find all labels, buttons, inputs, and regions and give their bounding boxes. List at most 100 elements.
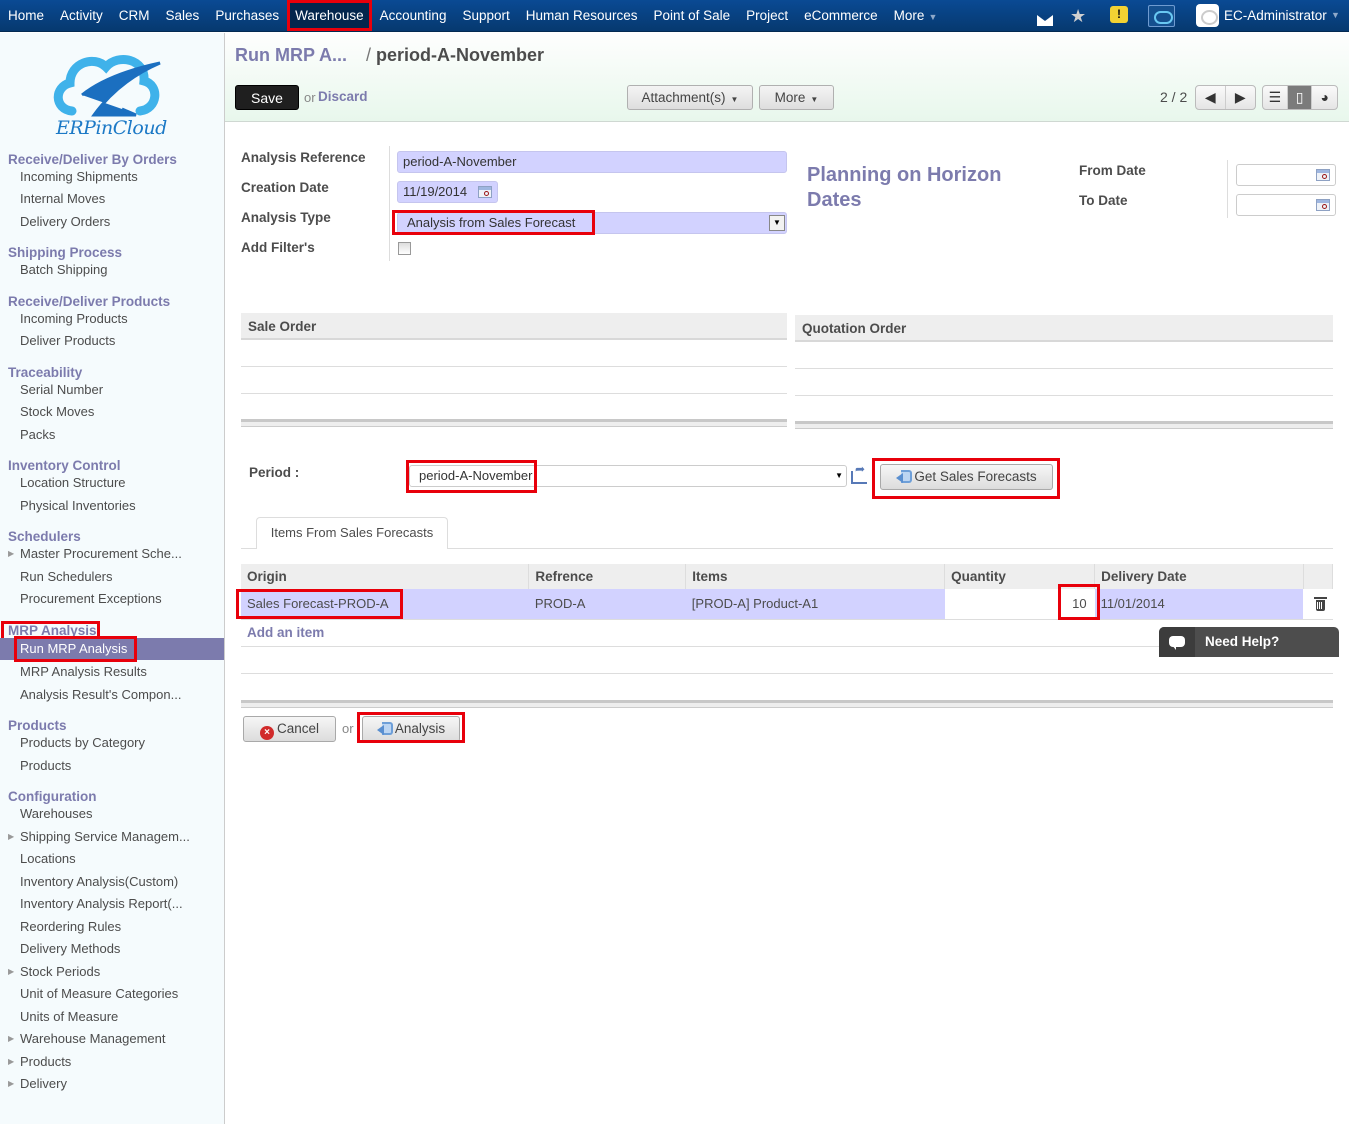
cell-quantity[interactable]: 10 bbox=[944, 589, 1095, 620]
user-avatar[interactable] bbox=[1196, 4, 1219, 27]
topnav-home[interactable]: Home bbox=[0, 0, 52, 31]
sidebar-item-mrp-analysis-results[interactable]: MRP Analysis Results bbox=[0, 661, 224, 683]
save-button[interactable]: Save bbox=[235, 85, 299, 110]
sidebar-item-label: Internal Moves bbox=[20, 191, 106, 206]
sidebar-item-packs[interactable]: Packs bbox=[0, 424, 224, 446]
sidebar-item-physical-inventories[interactable]: Physical Inventories bbox=[0, 495, 224, 517]
sidebar-item-stock-periods[interactable]: ▶ Stock Periods bbox=[0, 961, 224, 983]
chevron-down-icon[interactable]: ▼ bbox=[1331, 0, 1340, 31]
expand-arrow-icon[interactable]: ▶ bbox=[8, 1028, 14, 1050]
period-select[interactable]: period-A-November ▼ bbox=[409, 465, 847, 487]
sidebar-item-delivery-methods[interactable]: Delivery Methods bbox=[0, 938, 224, 960]
cell-delivery-date[interactable]: 11/01/2014 bbox=[1094, 589, 1304, 620]
sidebar-item-inventory-analysis-report[interactable]: Inventory Analysis Report(... bbox=[0, 893, 224, 915]
topnav-purchases[interactable]: Purchases bbox=[207, 0, 287, 31]
sidebar-item-reordering-rules[interactable]: Reordering Rules bbox=[0, 916, 224, 938]
sidebar-item-delivery[interactable]: ▶ Delivery bbox=[0, 1073, 224, 1095]
topnav-accounting[interactable]: Accounting bbox=[372, 0, 455, 31]
mail-icon[interactable] bbox=[1037, 15, 1053, 26]
topnav-project[interactable]: Project bbox=[738, 0, 796, 31]
pager-counter[interactable]: 2 / 2 bbox=[1160, 89, 1187, 105]
graph-view-icon[interactable]: ◕ bbox=[1312, 86, 1337, 109]
sidebar-item-incoming-shipments[interactable]: Incoming Shipments bbox=[0, 166, 224, 188]
sidebar-item-units-of-measure[interactable]: Units of Measure bbox=[0, 1006, 224, 1028]
form-view-icon[interactable]: ▯ bbox=[1287, 86, 1313, 109]
attachments-button[interactable]: Attachment(s) ▼ bbox=[627, 85, 753, 110]
add-filters-checkbox[interactable] bbox=[398, 242, 411, 255]
topnav-point-of-sale[interactable]: Point of Sale bbox=[646, 0, 739, 31]
sidebar-item-run-schedulers[interactable]: Run Schedulers bbox=[0, 566, 224, 588]
breadcrumb-parent[interactable]: Run MRP A... bbox=[235, 45, 347, 66]
sidebar-item-analysis-result-s-compon[interactable]: Analysis Result's Compon... bbox=[0, 684, 224, 706]
star-icon[interactable]: ★ bbox=[1070, 6, 1086, 27]
cell-items[interactable]: [PROD-A] Product-A1 bbox=[685, 589, 945, 620]
external-link-icon[interactable] bbox=[851, 462, 867, 484]
topnav-support[interactable]: Support bbox=[454, 0, 517, 31]
analysis-reference-input[interactable]: period-A-November bbox=[397, 151, 787, 173]
topnav-sales[interactable]: Sales bbox=[158, 0, 208, 31]
sidebar-item-locations[interactable]: Locations bbox=[0, 848, 224, 870]
sidebar-item-internal-moves[interactable]: Internal Moves bbox=[0, 188, 224, 210]
column-header-origin[interactable]: Origin bbox=[241, 564, 530, 589]
more-button[interactable]: More ▼ bbox=[759, 85, 834, 110]
expand-arrow-icon[interactable]: ▶ bbox=[8, 961, 14, 983]
cancel-button[interactable]: × Cancel bbox=[243, 716, 336, 742]
sidebar-item-products-by-category[interactable]: Products by Category bbox=[0, 732, 224, 754]
analysis-type-select[interactable]: Analysis from Sales Forecast bbox=[397, 212, 787, 234]
expand-arrow-icon[interactable]: ▶ bbox=[8, 1051, 14, 1073]
topnav-human-resources[interactable]: Human Resources bbox=[518, 0, 646, 31]
column-header-delivery-date[interactable]: Delivery Date bbox=[1094, 564, 1304, 589]
sidebar-item-deliver-products[interactable]: Deliver Products bbox=[0, 330, 224, 352]
expand-arrow-icon[interactable]: ▶ bbox=[8, 826, 14, 848]
sidebar-item-procurement-exceptions[interactable]: Procurement Exceptions bbox=[0, 588, 224, 610]
tab-items-from-sales-forecasts[interactable]: Items From Sales Forecasts bbox=[256, 517, 448, 549]
sidebar-item-warehouse-management[interactable]: ▶ Warehouse Management bbox=[0, 1028, 224, 1050]
analysis-button[interactable]: Analysis bbox=[362, 716, 460, 742]
topnav-activity[interactable]: Activity bbox=[52, 0, 111, 31]
expand-arrow-icon[interactable]: ▶ bbox=[8, 543, 14, 565]
add-item-link[interactable]: Add an item bbox=[247, 625, 324, 640]
dropdown-arrow-icon[interactable]: ▼ bbox=[835, 466, 843, 486]
sidebar-item-batch-shipping[interactable]: Batch Shipping bbox=[0, 259, 224, 281]
sidebar-item-location-structure[interactable]: Location Structure bbox=[0, 472, 224, 494]
calendar-icon[interactable] bbox=[1316, 199, 1330, 211]
delete-row-button[interactable] bbox=[1303, 589, 1333, 620]
sidebar-item-inventory-analysis-custom[interactable]: Inventory Analysis(Custom) bbox=[0, 871, 224, 893]
sidebar-item-stock-moves[interactable]: Stock Moves bbox=[0, 401, 224, 423]
sidebar-item-run-mrp-analysis[interactable]: Run MRP Analysis bbox=[0, 638, 224, 660]
cloud-app-icon[interactable] bbox=[1148, 5, 1175, 27]
sidebar-item-warehouses[interactable]: Warehouses bbox=[0, 803, 224, 825]
warning-icon[interactable]: ! bbox=[1110, 6, 1128, 23]
sidebar-item-products[interactable]: Products bbox=[0, 755, 224, 777]
need-help-widget[interactable]: Need Help? bbox=[1159, 627, 1339, 657]
calendar-icon[interactable] bbox=[478, 186, 492, 198]
expand-arrow-icon[interactable]: ▶ bbox=[8, 1073, 14, 1095]
user-menu[interactable]: EC-Administrator bbox=[1224, 0, 1327, 31]
column-header-quantity[interactable]: Quantity bbox=[944, 564, 1096, 589]
topnav-more[interactable]: More ▼ bbox=[886, 0, 946, 31]
sidebar-item-delivery-orders[interactable]: Delivery Orders bbox=[0, 211, 224, 233]
table-row[interactable]: Sales Forecast-PROD-A PROD-A [PROD-A] Pr… bbox=[241, 589, 1333, 620]
cell-origin[interactable]: Sales Forecast-PROD-A bbox=[241, 589, 529, 620]
dropdown-arrow-icon[interactable]: ▼ bbox=[769, 215, 785, 231]
sidebar-item-incoming-products[interactable]: Incoming Products bbox=[0, 308, 224, 330]
sidebar-item-shipping-service-managem[interactable]: ▶ Shipping Service Managem... bbox=[0, 826, 224, 848]
topnav-crm[interactable]: CRM bbox=[111, 0, 158, 31]
list-view-icon[interactable]: ☰ bbox=[1263, 86, 1288, 109]
next-arrow-icon[interactable]: ▶ bbox=[1226, 86, 1255, 109]
table-footer bbox=[795, 421, 1333, 429]
column-header-reference[interactable]: Refrence bbox=[528, 564, 687, 589]
topnav-ecommerce[interactable]: eCommerce bbox=[796, 0, 886, 31]
sidebar-item-label: Delivery bbox=[20, 1076, 67, 1091]
get-sales-forecasts-button[interactable]: Get Sales Forecasts bbox=[880, 464, 1053, 490]
previous-arrow-icon[interactable]: ◀ bbox=[1196, 86, 1226, 109]
sidebar-item-unit-of-measure-categories[interactable]: Unit of Measure Categories bbox=[0, 983, 224, 1005]
sidebar-item-products[interactable]: ▶ Products bbox=[0, 1051, 224, 1073]
sidebar-item-master-procurement-sche[interactable]: ▶ Master Procurement Sche... bbox=[0, 543, 224, 565]
calendar-icon[interactable] bbox=[1316, 169, 1330, 181]
discard-link[interactable]: Discard bbox=[318, 89, 368, 104]
cell-reference[interactable]: PROD-A bbox=[528, 589, 686, 620]
topnav-warehouse[interactable]: Warehouse bbox=[287, 0, 372, 31]
column-header-items[interactable]: Items bbox=[685, 564, 946, 589]
sidebar-item-serial-number[interactable]: Serial Number bbox=[0, 379, 224, 401]
